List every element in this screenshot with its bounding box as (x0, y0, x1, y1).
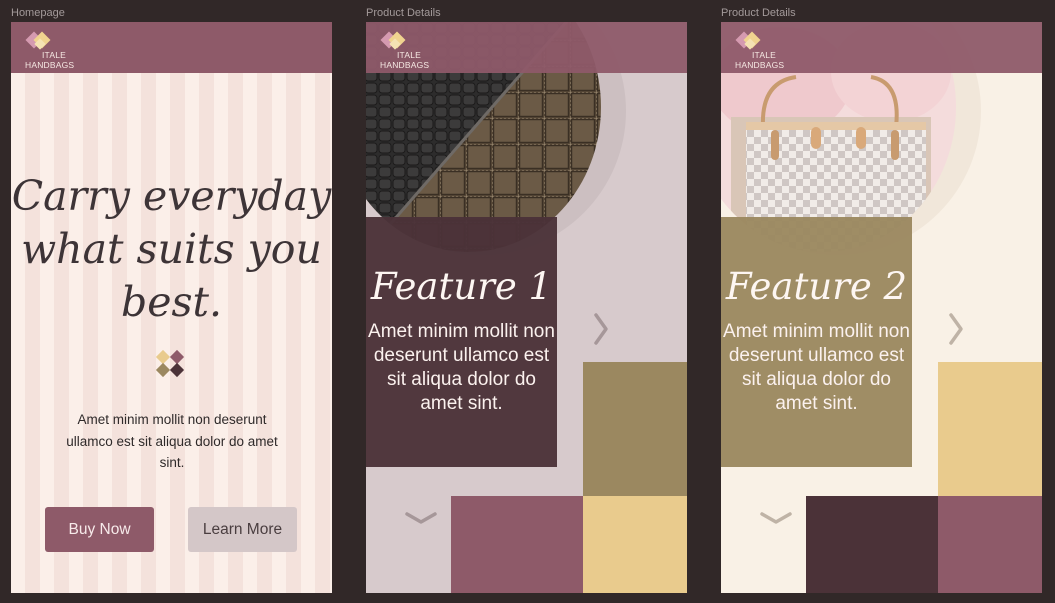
frame-label-product-2: Product Details (721, 7, 796, 19)
color-swatch-gold (938, 362, 1042, 496)
homepage-frame: ITALE HANDBAGS Carry everyday what suits… (11, 22, 332, 593)
color-swatch-mauve (451, 496, 583, 593)
brand-name-line1: ITALE (752, 50, 776, 60)
frame-label-product-1: Product Details (366, 7, 441, 19)
header-bar: ITALE HANDBAGS (366, 22, 687, 73)
hero-headline-line2: what suits you (21, 225, 322, 273)
brand-name-line2: HANDBAGS (25, 60, 75, 70)
brand-logo[interactable]: ITALE HANDBAGS (25, 31, 95, 71)
feature-description: Amet minim mollit non deserunt ullamco e… (368, 321, 555, 414)
color-swatch-olive (583, 362, 687, 496)
hero-description: Amet minim mollit non deserunt ullamco e… (66, 412, 278, 470)
brand-name-line1: ITALE (397, 50, 421, 60)
chevron-right-icon[interactable] (593, 312, 609, 346)
chevron-right-icon[interactable] (948, 312, 964, 346)
feature-title: Feature 1 (370, 265, 553, 308)
brand-name-line1: ITALE (42, 50, 66, 60)
four-diamond-icon (155, 349, 185, 378)
brand-name-line2: HANDBAGS (380, 60, 430, 70)
header-bar: ITALE HANDBAGS (721, 22, 1042, 73)
brand-name-line2: HANDBAGS (735, 60, 785, 70)
feature-description: Amet minim mollit non deserunt ullamco e… (723, 321, 910, 414)
frame-label-homepage: Homepage (11, 7, 65, 19)
color-swatch-plum (806, 496, 938, 593)
color-swatch-gold (583, 496, 687, 593)
feature-title: Feature 2 (725, 265, 908, 308)
color-swatch-mauve (938, 496, 1042, 593)
chevron-down-icon[interactable] (759, 510, 793, 526)
header-bar: ITALE HANDBAGS (11, 22, 332, 73)
brand-logo[interactable]: ITALE HANDBAGS (735, 31, 805, 71)
product-details-frame-1: Feature 1 Amet minim mollit non deserunt… (366, 22, 687, 593)
buy-now-button[interactable]: Buy Now (45, 507, 154, 552)
hero-headline-line3: best. (120, 278, 223, 326)
chevron-down-icon[interactable] (404, 510, 438, 526)
product-details-frame-2: Feature 2 Amet minim mollit non deserunt… (721, 22, 1042, 593)
learn-more-button[interactable]: Learn More (188, 507, 297, 552)
hero-headline-line1: Carry everyday (11, 172, 332, 220)
brand-logo[interactable]: ITALE HANDBAGS (380, 31, 450, 71)
hero-headline: Carry everyday what suits you best. (11, 170, 332, 329)
